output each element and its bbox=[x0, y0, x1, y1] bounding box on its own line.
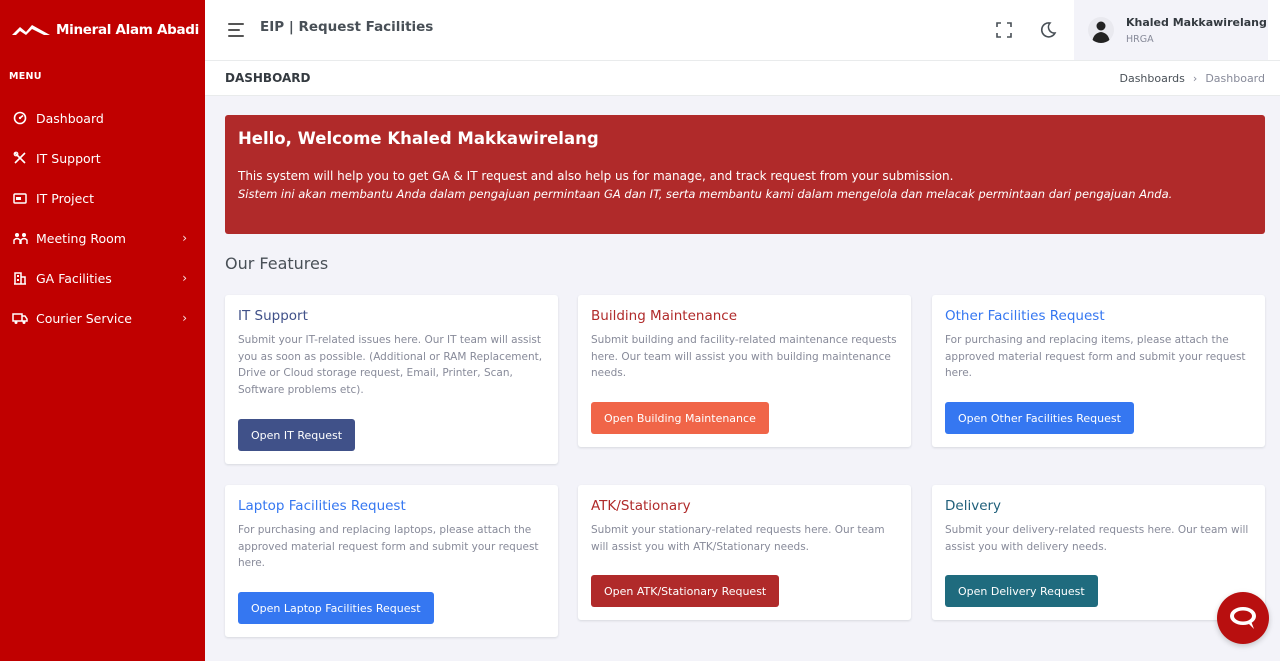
feature-card-building-maintenance: Building Maintenance Submit building and… bbox=[578, 295, 911, 447]
sidebar-item-dashboard[interactable]: Dashboard bbox=[0, 98, 205, 138]
avatar bbox=[1088, 17, 1114, 43]
breadcrumb-link[interactable]: Dashboards bbox=[1119, 72, 1184, 85]
sidebar-item-it-project[interactable]: IT Project bbox=[0, 178, 205, 218]
feature-card-atk-stationary: ATK/Stationary Submit your stationary-re… bbox=[578, 485, 911, 620]
app-title: EIP | Request Facilities bbox=[260, 19, 434, 35]
sidebar-item-label: Dashboard bbox=[36, 110, 104, 126]
sidebar-item-it-support[interactable]: IT Support bbox=[0, 138, 205, 178]
dashboard-icon bbox=[12, 110, 28, 126]
sidebar-item-ga-facilities[interactable]: GA Facilities › bbox=[0, 258, 205, 298]
brand[interactable]: Mineral Alam Abadi bbox=[0, 0, 205, 60]
sidebar-item-label: Courier Service bbox=[36, 310, 132, 326]
breadcrumb: Dashboards › Dashboard bbox=[1119, 72, 1265, 85]
group-icon bbox=[12, 230, 28, 246]
banner-title: Hello, Welcome Khaled Makkawirelang bbox=[238, 129, 599, 148]
open-it-request-button[interactable]: Open IT Request bbox=[238, 419, 356, 451]
sidebar-item-meeting-room[interactable]: Meeting Room › bbox=[0, 218, 205, 258]
sidebar-item-label: IT Project bbox=[36, 190, 95, 206]
user-name: Khaled Makkawirelang bbox=[1126, 15, 1267, 29]
user-role: HRGA bbox=[1126, 33, 1154, 45]
dark-mode-moon-icon[interactable] bbox=[1036, 18, 1060, 42]
brand-logo-icon bbox=[12, 25, 50, 35]
brand-name: Mineral Alam Abadi bbox=[56, 22, 199, 38]
feature-card-laptop-facilities: Laptop Facilities Request For purchasing… bbox=[225, 485, 558, 637]
project-icon bbox=[12, 190, 28, 206]
feature-card-it-support: IT Support Submit your IT-related issues… bbox=[225, 295, 558, 464]
page-titlebar: DASHBOARD Dashboards › Dashboard bbox=[205, 60, 1280, 96]
open-laptop-facilities-button[interactable]: Open Laptop Facilities Request bbox=[238, 592, 434, 624]
card-text: For purchasing and replacing items, plea… bbox=[945, 334, 1246, 380]
card-title: IT Support bbox=[238, 308, 308, 324]
sidebar-item-label: IT Support bbox=[36, 150, 101, 166]
sidebar-item-label: GA Facilities bbox=[36, 270, 112, 286]
banner-text-english: This system will help you to get GA & IT… bbox=[238, 169, 954, 183]
sidebar: Mineral Alam Abadi MENU Dashboard IT Sup… bbox=[0, 0, 205, 661]
card-text: Submit your delivery-related requests he… bbox=[945, 524, 1249, 553]
card-title: Delivery bbox=[945, 498, 1002, 514]
banner-text-indonesian: Sistem ini akan membantu Anda dalam peng… bbox=[238, 187, 1173, 201]
card-title: Other Facilities Request bbox=[945, 308, 1105, 324]
card-title: Laptop Facilities Request bbox=[238, 498, 406, 514]
open-delivery-button[interactable]: Open Delivery Request bbox=[945, 575, 1098, 607]
page-title: DASHBOARD bbox=[225, 71, 311, 85]
building-icon bbox=[12, 270, 28, 286]
menu-toggle-icon[interactable] bbox=[228, 23, 246, 37]
chat-bubble-icon bbox=[1230, 607, 1256, 629]
card-text: Submit your IT-related issues here. Our … bbox=[238, 334, 543, 397]
menu-title: MENU bbox=[9, 71, 42, 82]
open-building-maintenance-button[interactable]: Open Building Maintenance bbox=[591, 402, 769, 434]
tools-icon bbox=[12, 150, 28, 166]
card-title: Building Maintenance bbox=[591, 308, 737, 324]
welcome-banner: Hello, Welcome Khaled Makkawirelang This… bbox=[225, 115, 1265, 234]
chevron-right-icon: › bbox=[182, 271, 187, 285]
chevron-right-icon: › bbox=[1192, 71, 1198, 85]
chat-button[interactable] bbox=[1217, 592, 1269, 644]
fullscreen-icon[interactable] bbox=[992, 18, 1016, 42]
sidebar-item-courier-service[interactable]: Courier Service › bbox=[0, 298, 205, 338]
card-text: Submit building and facility-related mai… bbox=[591, 334, 897, 380]
feature-card-delivery: Delivery Submit your delivery-related re… bbox=[932, 485, 1265, 620]
card-text: Submit your stationary-related requests … bbox=[591, 524, 885, 553]
user-menu[interactable]: Khaled Makkawirelang HRGA bbox=[1074, 0, 1268, 60]
topbar: EIP | Request Facilities Khaled Makkawir… bbox=[205, 0, 1280, 60]
open-other-facilities-button[interactable]: Open Other Facilities Request bbox=[945, 402, 1134, 434]
card-title: ATK/Stationary bbox=[591, 498, 691, 514]
truck-icon bbox=[12, 310, 28, 326]
card-text: For purchasing and replacing laptops, pl… bbox=[238, 524, 539, 570]
breadcrumb-current: Dashboard bbox=[1205, 71, 1265, 85]
section-title: Our Features bbox=[225, 254, 329, 273]
feature-card-other-facilities: Other Facilities Request For purchasing … bbox=[932, 295, 1265, 447]
open-atk-stationary-button[interactable]: Open ATK/Stationary Request bbox=[591, 575, 780, 607]
sidebar-item-label: Meeting Room bbox=[36, 230, 126, 246]
chevron-right-icon: › bbox=[182, 311, 187, 325]
chevron-right-icon: › bbox=[182, 231, 187, 245]
